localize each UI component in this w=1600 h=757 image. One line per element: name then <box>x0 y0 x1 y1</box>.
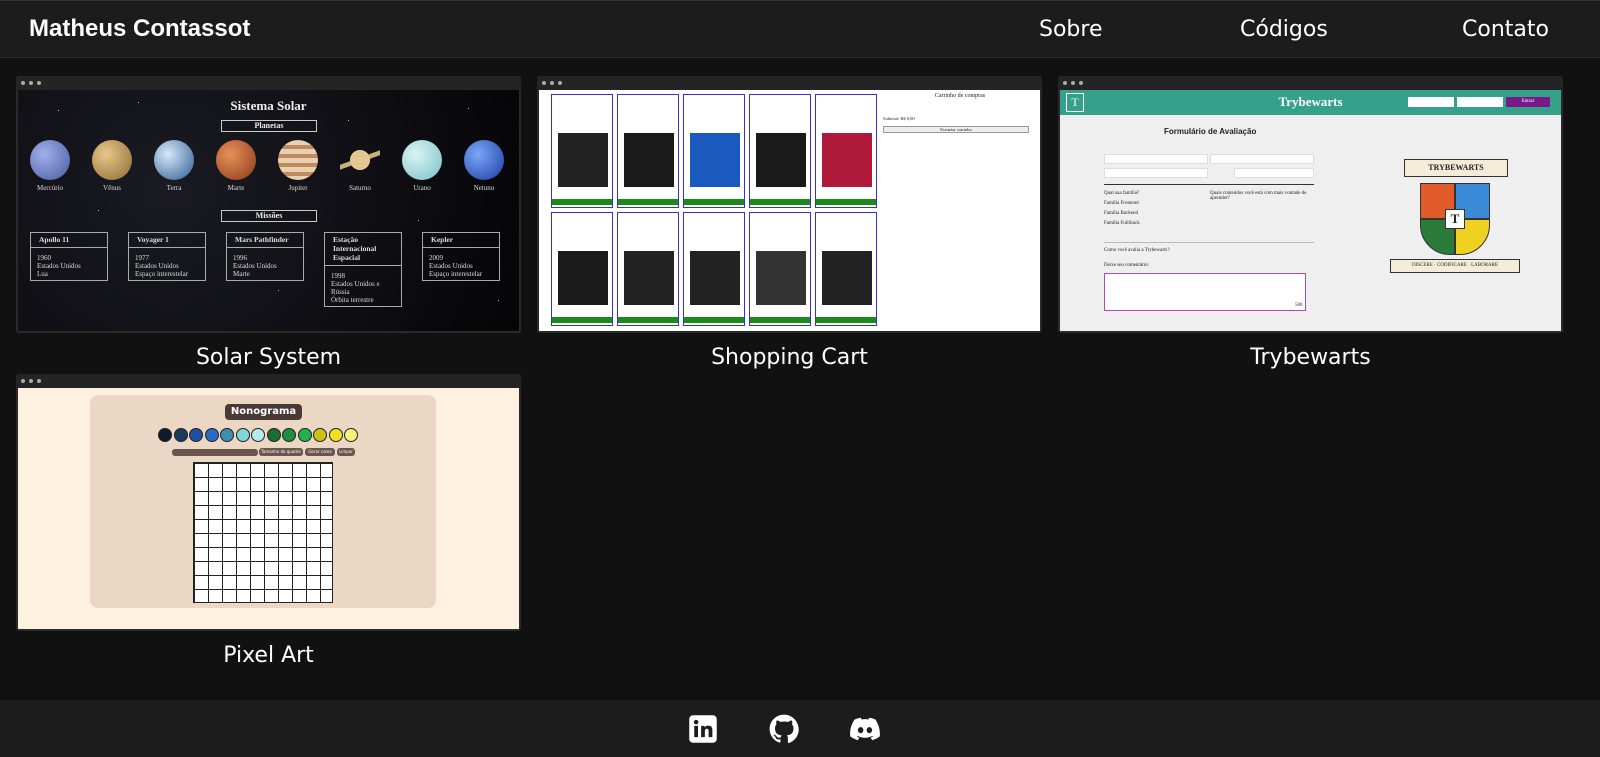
planet-name: Marte <box>227 184 245 192</box>
product-card <box>617 94 679 208</box>
planet-name: Jupiter <box>288 184 308 192</box>
palette-swatch <box>313 428 327 442</box>
window-bar <box>16 374 521 388</box>
login-button: Entrar <box>1506 97 1550 107</box>
brand-name[interactable]: Matheus Contassot <box>29 15 250 43</box>
board-size-button: Tamanho do quadro <box>259 448 303 456</box>
project-preview[interactable]: Sistema Solar Planetas Mercúrio Vênus Te… <box>16 76 521 333</box>
generate-colors-button: Gerar cores <box>305 448 335 456</box>
family-option: Família Frontend <box>1104 201 1139 206</box>
project-title[interactable]: Trybewarts <box>1058 345 1563 370</box>
palette-swatch <box>266 428 281 442</box>
window-bar <box>1058 76 1563 90</box>
shopping-cart-preview: Carrinho de compras Subtotal: R$ 0,00 Es… <box>539 90 1040 331</box>
palette-swatch <box>220 428 234 442</box>
venus-image <box>92 140 132 180</box>
product-card <box>749 94 811 208</box>
project-card-solar-system[interactable]: Sistema Solar Planetas Mercúrio Vênus Te… <box>16 76 521 370</box>
palette-swatch <box>204 428 219 442</box>
mission-card: Mars Pathfinder 1996 Estados Unidos Marte <box>226 232 304 281</box>
palette-swatch <box>173 428 188 442</box>
project-card-trybewarts[interactable]: T Trybewarts Entrar Formulário de Avalia… <box>1058 76 1563 370</box>
project-card-shopping-cart[interactable]: Carrinho de compras Subtotal: R$ 0,00 Es… <box>537 76 1042 370</box>
solar-system-preview: Sistema Solar Planetas Mercúrio Vênus Te… <box>18 90 519 331</box>
trybewarts-preview: T Trybewarts Entrar Formulário de Avalia… <box>1060 90 1561 331</box>
board-size-input <box>172 449 258 456</box>
family-option: Família FullStack <box>1104 221 1140 226</box>
palette-swatch <box>297 428 312 442</box>
product-card <box>815 212 877 326</box>
nav-link-codigos[interactable]: Códigos <box>1240 17 1328 42</box>
saturn-image <box>340 140 380 180</box>
family-option: Família Backend <box>1104 211 1139 216</box>
palette-swatch <box>328 428 343 442</box>
mission-card: Kepler 2009 Estados Unidos Espaço intereste… <box>422 232 500 281</box>
planets-label: Planetas <box>221 120 317 132</box>
planet-name: Saturno <box>349 184 371 192</box>
preview-title: Nonograma <box>225 404 302 420</box>
cart-title: Carrinho de compras <box>934 93 986 99</box>
planet-name: Urano <box>413 184 431 192</box>
planet-name: Netuno <box>473 184 495 192</box>
product-card <box>617 212 679 326</box>
palette-swatch <box>282 428 296 442</box>
pixel-art-preview: Nonograma Tamanho do quadro Gerar cores … <box>18 388 519 629</box>
learn-question: Quais conteúdos você está com mais vonta… <box>1210 191 1307 201</box>
neptune-image <box>464 140 504 180</box>
trybewarts-crest-icon: TRYBEWARTS T DISCERE · CODIFICARE · LABO… <box>1390 155 1520 295</box>
project-title[interactable]: Pixel Art <box>16 643 521 668</box>
palette-swatch <box>235 428 250 442</box>
mission-card: Voyager 1 1977 Estados Unidos Espaço intere… <box>128 232 206 281</box>
project-preview[interactable]: Carrinho de compras Subtotal: R$ 0,00 Es… <box>537 76 1042 333</box>
palette-swatch <box>158 428 172 442</box>
clear-button: Limpar <box>337 448 355 456</box>
planet-name: Vênus <box>103 184 121 192</box>
trybewarts-header: T Trybewarts Entrar <box>1060 90 1561 115</box>
planet-name: Terra <box>166 184 182 192</box>
empty-cart-button: Esvaziar carrinho <box>883 126 1029 133</box>
pixel-board <box>193 462 333 603</box>
project-title[interactable]: Solar System <box>16 345 521 370</box>
product-card <box>815 94 877 208</box>
window-bar <box>537 76 1042 90</box>
product-card <box>551 212 613 326</box>
cart-subtotal: Subtotal: R$ 0,00 <box>883 116 915 121</box>
github-icon[interactable] <box>769 714 799 744</box>
project-preview[interactable]: Nonograma Tamanho do quadro Gerar cores … <box>16 374 521 631</box>
planet-name: Mercúrio <box>36 184 64 192</box>
house-question: Qual sua família? <box>1104 191 1140 196</box>
mercury-image <box>30 140 70 180</box>
mission-card: Estação Internacional Espacial 1998 Estado… <box>324 232 402 307</box>
project-card-pixel-art[interactable]: Nonograma Tamanho do quadro Gerar cores … <box>16 374 521 668</box>
earth-image <box>154 140 194 180</box>
palette-swatch <box>189 428 203 442</box>
palette-swatch <box>251 428 265 442</box>
product-card <box>749 212 811 326</box>
jupiter-image <box>278 140 318 180</box>
palette-swatch <box>344 428 358 442</box>
rating-question: Como você avalia a Trybewarts? <box>1104 248 1170 253</box>
product-card <box>683 212 745 326</box>
nav-link-contato[interactable]: Contato <box>1462 17 1549 42</box>
footer <box>0 700 1600 757</box>
project-preview[interactable]: T Trybewarts Entrar Formulário de Avalia… <box>1058 76 1563 333</box>
comment-label: Deixe seu comentário: <box>1104 263 1149 268</box>
char-counter: 500 <box>1295 303 1303 308</box>
mission-card: Apollo 11 1960 Estados Unidos Lua <box>30 232 108 281</box>
product-card <box>551 94 613 208</box>
window-bar <box>16 76 521 90</box>
discord-icon[interactable] <box>850 714 880 744</box>
project-title[interactable]: Shopping Cart <box>537 345 1042 370</box>
preview-title: Sistema Solar <box>230 98 307 113</box>
uranus-image <box>402 140 442 180</box>
form-title: Formulário de Avaliação <box>1164 127 1257 136</box>
linkedin-icon[interactable] <box>688 714 718 744</box>
nav-link-sobre[interactable]: Sobre <box>1039 17 1103 42</box>
product-card <box>683 94 745 208</box>
top-navbar: Matheus Contassot Sobre Códigos Contato <box>0 0 1600 58</box>
missions-label: Missões <box>221 210 317 222</box>
comment-textarea <box>1104 273 1306 311</box>
mars-image <box>216 140 256 180</box>
